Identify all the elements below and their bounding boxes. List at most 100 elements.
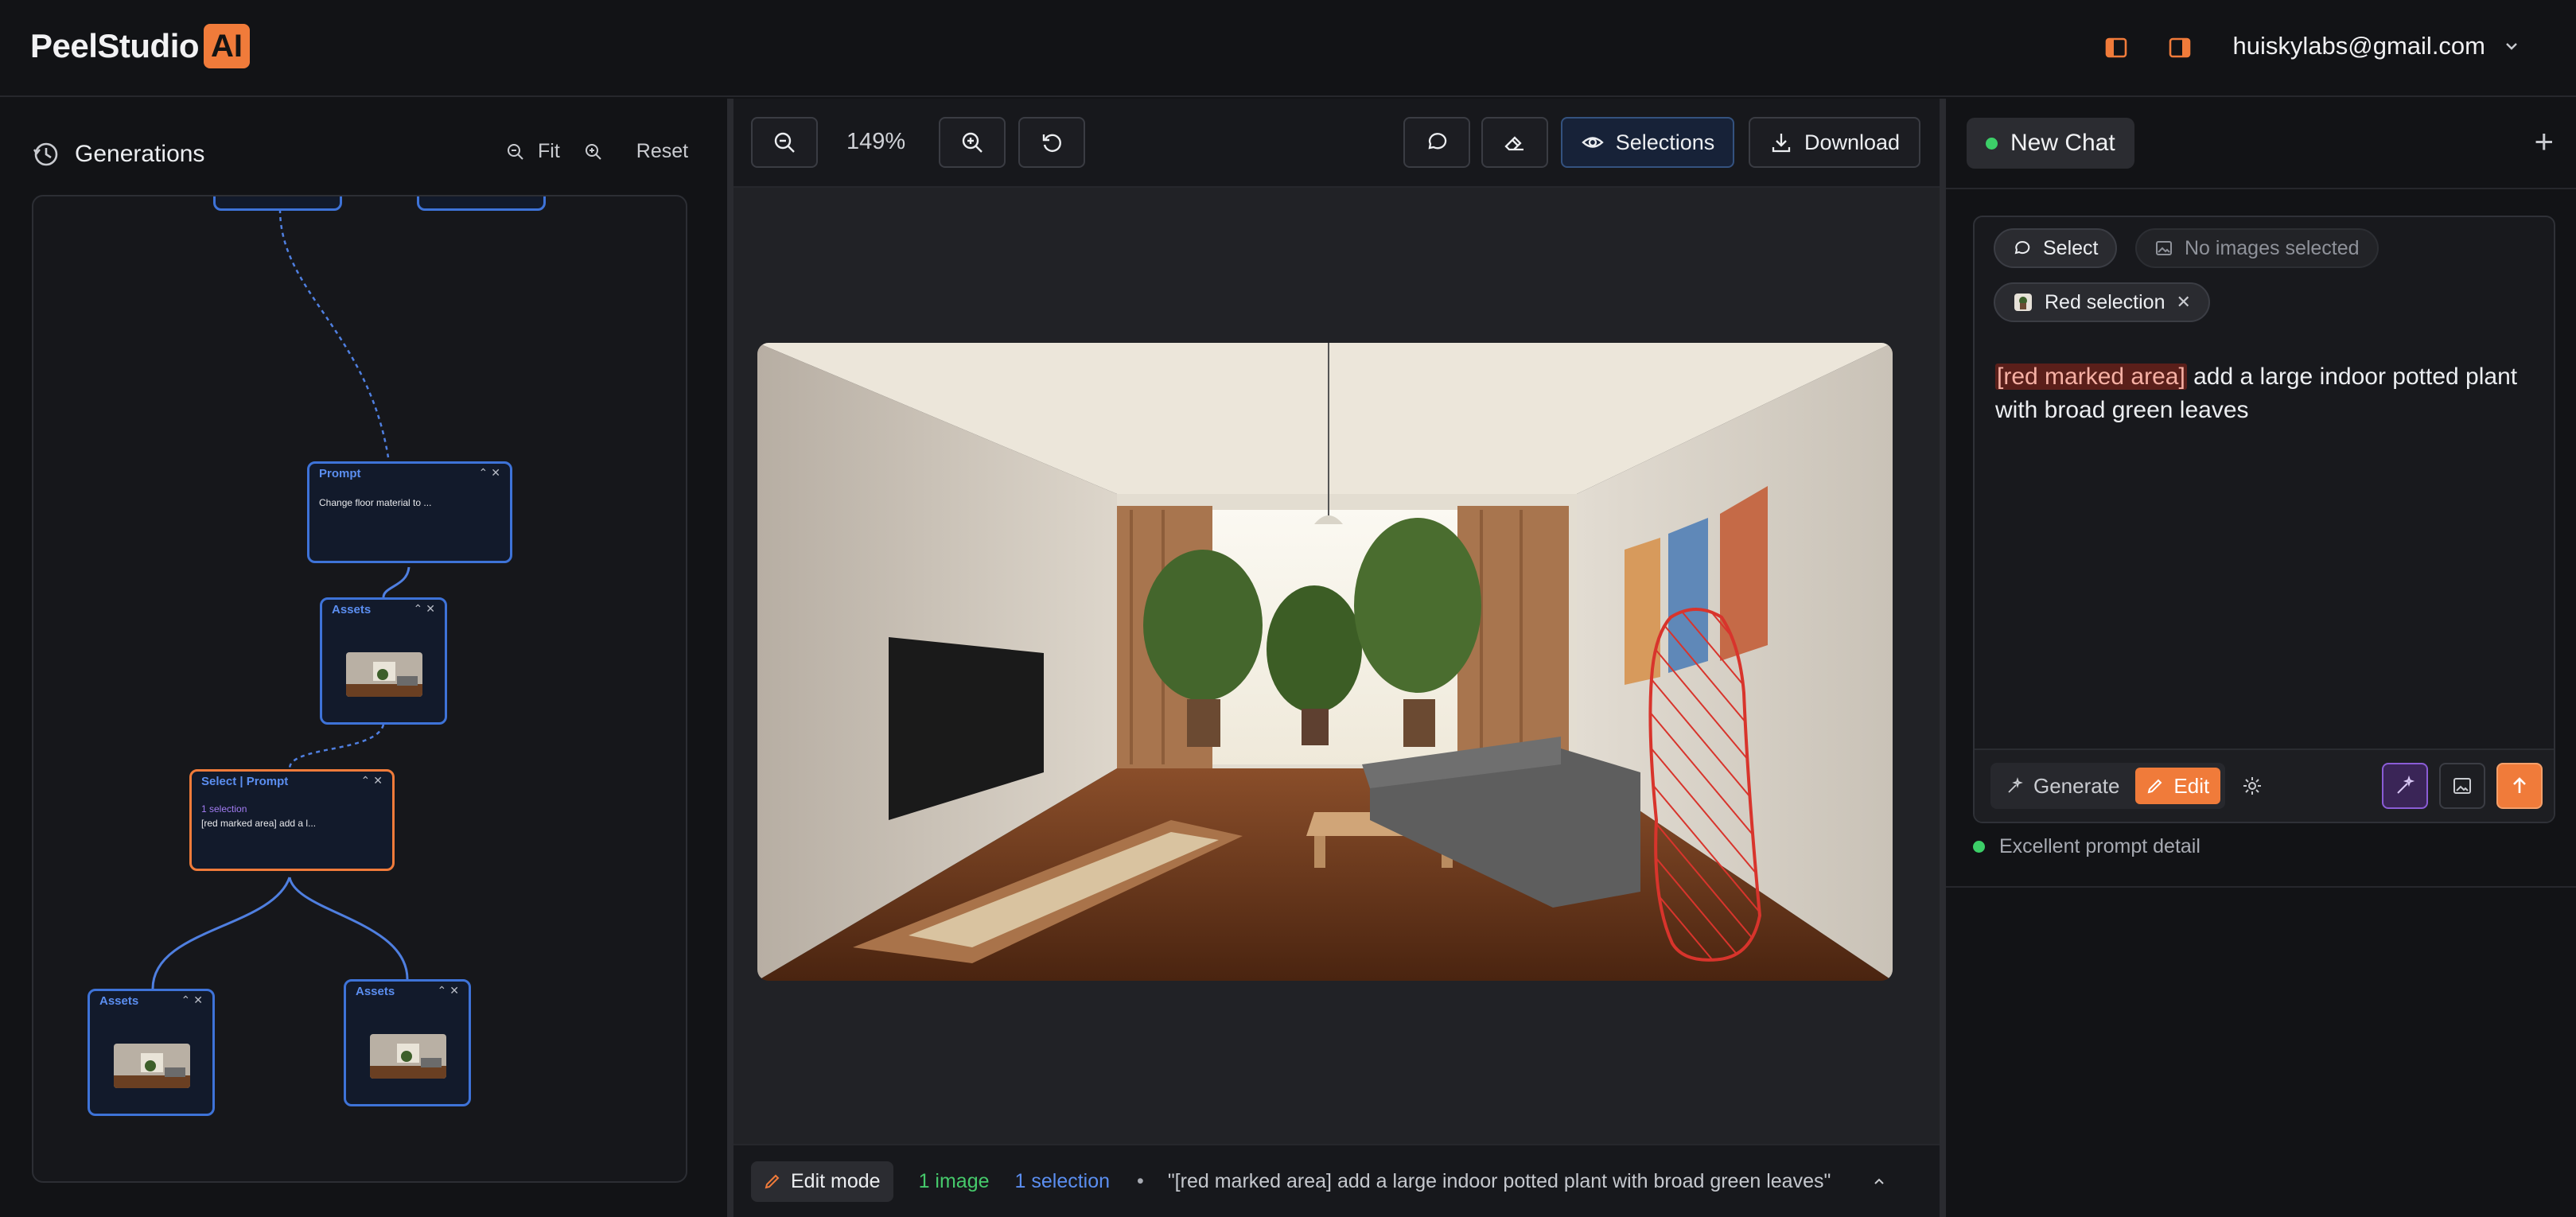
- eye-icon: [1582, 137, 1604, 148]
- node-controls[interactable]: ⌃✕: [414, 602, 438, 616]
- status-separator: •: [1137, 1169, 1144, 1192]
- image-viewer: 149% Selections Download Edit mode 1 ima…: [733, 99, 1940, 1217]
- account-email: huiskylabs@gmail.com: [2232, 32, 2485, 60]
- graph-reset-button[interactable]: Reset: [636, 140, 688, 163]
- node-header: Assets: [332, 603, 372, 616]
- toggle-left-panel-icon[interactable]: [2100, 32, 2132, 64]
- new-chat-plus-icon[interactable]: +: [2534, 122, 2554, 161]
- mode-switch: Generate Edit: [1990, 763, 2226, 809]
- attach-image-button[interactable]: [2439, 763, 2485, 809]
- selections-label: Selections: [1615, 130, 1715, 154]
- graph-node-assets[interactable]: Assets ⌃✕: [320, 597, 447, 725]
- chat-panel: New Chat + Select No images selected Red…: [1946, 99, 2576, 1217]
- edited-image-canvas[interactable]: [757, 343, 1893, 981]
- node-prompt-text: [red marked area] add a l...: [201, 818, 317, 829]
- node-controls[interactable]: ⌃✕: [361, 774, 386, 787]
- comment-button[interactable]: [1403, 117, 1470, 168]
- eraser-icon: [1504, 136, 1523, 151]
- remove-selection-icon[interactable]: ✕: [2176, 292, 2190, 313]
- asset-thumbnail[interactable]: [370, 1034, 446, 1079]
- edit-mode-badge: Edit mode: [751, 1161, 893, 1202]
- select-chip-label: Select: [2043, 236, 2099, 259]
- graph-fit-button[interactable]: Fit: [538, 140, 560, 163]
- download-label: Download: [1804, 130, 1901, 154]
- chat-status-dot: [1986, 137, 1998, 150]
- image-icon: [2156, 241, 2172, 255]
- red-selection-chip[interactable]: Red selection ✕: [1994, 282, 2210, 322]
- download-button[interactable]: Download: [1749, 117, 1920, 168]
- node-prompt-text: Change floor material to ...: [319, 497, 432, 508]
- node-header: Assets: [356, 985, 395, 998]
- magic-wand-icon: [2397, 775, 2415, 794]
- chat-divider: [1946, 886, 2576, 888]
- asset-thumbnail[interactable]: [346, 652, 422, 697]
- graph-zoom-in-icon[interactable]: [584, 142, 603, 161]
- node-header: Prompt: [319, 467, 361, 480]
- gear-icon: [2243, 777, 2261, 795]
- graph-node-partial[interactable]: [417, 196, 546, 211]
- node-selection-count: 1 selection: [201, 803, 247, 815]
- message-icon: [2014, 241, 2030, 255]
- graph-zoom-out-icon[interactable]: [506, 142, 525, 161]
- node-controls[interactable]: ⌃✕: [438, 984, 462, 997]
- selection-count: 1 selection: [1014, 1169, 1111, 1192]
- right-panel-resize-handle[interactable]: [1940, 99, 1946, 1217]
- graph-zoom-controls: Fit Reset: [506, 140, 688, 163]
- app-logo[interactable]: PeelStudio AI: [30, 24, 251, 68]
- toggle-right-panel-icon[interactable]: [2164, 32, 2196, 64]
- no-images-chip[interactable]: No images selected: [2135, 228, 2379, 268]
- asset-thumbnail[interactable]: [114, 1044, 190, 1088]
- selections-toggle-button[interactable]: Selections: [1561, 117, 1734, 168]
- message-icon: [1428, 133, 1447, 150]
- zoom-level: 149%: [846, 129, 906, 154]
- graph-node-assets[interactable]: Assets ⌃✕: [344, 979, 471, 1106]
- account-menu[interactable]: huiskylabs@gmail.com: [2233, 32, 2520, 60]
- eraser-button[interactable]: [1481, 117, 1548, 168]
- history-icon: [33, 142, 58, 166]
- graph-node-assets[interactable]: Assets ⌃✕: [88, 989, 215, 1116]
- settings-button[interactable]: [2229, 763, 2275, 809]
- download-icon: [1772, 134, 1791, 153]
- quality-text: Excellent prompt detail: [1999, 835, 2200, 857]
- prompt-tag-red-area: [red marked area]: [1995, 364, 2187, 390]
- image-icon: [2453, 778, 2471, 794]
- generations-title: Generations: [75, 141, 205, 167]
- node-controls[interactable]: ⌃✕: [479, 466, 504, 480]
- edit-mode-option[interactable]: Edit: [2135, 768, 2221, 804]
- no-images-label: No images selected: [2185, 236, 2360, 259]
- graph-node-prompt[interactable]: Prompt ⌃✕ Change floor material to ...: [307, 461, 512, 563]
- graph-node-select-prompt[interactable]: Select | Prompt ⌃✕ 1 selection [red mark…: [189, 769, 395, 871]
- chevron-down-icon: [2506, 43, 2517, 50]
- room-image[interactable]: [757, 343, 1893, 981]
- zoom-in-icon: [962, 132, 983, 153]
- node-header: Assets: [99, 994, 139, 1008]
- send-button[interactable]: [2496, 763, 2543, 809]
- prompt-quality-indicator: Excellent prompt detail: [1973, 835, 2200, 858]
- chat-tab[interactable]: New Chat: [1967, 118, 2134, 169]
- arrow-up-icon: [2513, 777, 2526, 793]
- reset-view-button[interactable]: [1018, 117, 1085, 168]
- zoom-out-icon: [774, 132, 795, 153]
- chevron-up-icon[interactable]: [1870, 1172, 1888, 1190]
- node-controls[interactable]: ⌃✕: [181, 993, 206, 1007]
- status-bar: Edit mode 1 image 1 selection • "[red ma…: [733, 1144, 1940, 1217]
- left-panel-resize-handle[interactable]: [727, 99, 733, 1217]
- select-chip[interactable]: Select: [1994, 228, 2118, 268]
- chat-header: New Chat +: [1946, 99, 2576, 189]
- quality-dot: [1973, 841, 1985, 853]
- generate-mode-option[interactable]: Generate: [1995, 768, 2130, 804]
- pencil-icon: [2148, 779, 2162, 794]
- app-name: PeelStudio: [30, 27, 200, 64]
- zoom-out-button[interactable]: [751, 117, 818, 168]
- generations-panel: Generations Fit Reset Prompt ⌃✕ Change f…: [0, 99, 727, 1217]
- chat-title: New Chat: [2010, 130, 2115, 156]
- edit-label: Edit: [2173, 773, 2210, 798]
- graph-node-partial[interactable]: [213, 196, 342, 211]
- node-header: Select | Prompt: [201, 775, 289, 788]
- zoom-in-button[interactable]: [939, 117, 1006, 168]
- rotate-ccw-icon: [1042, 134, 1061, 152]
- enhance-prompt-button[interactable]: [2382, 763, 2428, 809]
- generation-graph-canvas[interactable]: Prompt ⌃✕ Change floor material to ... A…: [32, 195, 687, 1183]
- prompt-textarea[interactable]: [red marked area] add a large indoor pot…: [1995, 360, 2544, 427]
- app-header: PeelStudio AI huiskylabs@gmail.com: [0, 0, 2576, 97]
